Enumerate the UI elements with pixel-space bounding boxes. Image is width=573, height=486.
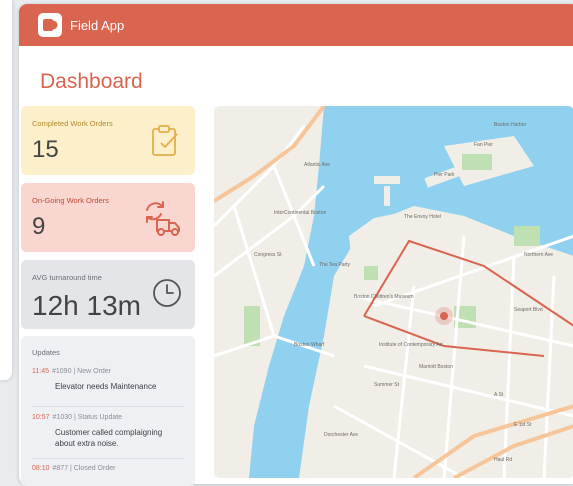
update-item[interactable]: 08:10 #877 | Closed Order (32, 465, 184, 472)
ongoing-work-orders-card[interactable]: On-Going Work Orders 9 (21, 183, 195, 252)
map-label: Boston Wharf (294, 342, 325, 348)
map-label: InterContinental Boston (274, 210, 326, 216)
map-label: Atlantic Ave (304, 162, 330, 168)
map-label: Congress St (254, 252, 282, 258)
map-label: The Tea Party (319, 262, 351, 268)
update-time: 08:10 (32, 465, 50, 472)
update-time: 11:45 (32, 368, 49, 375)
app-logo-icon (38, 13, 62, 37)
map-label: The Envoy Hotel (404, 214, 441, 220)
clock-icon (151, 277, 183, 314)
map-label: Dorchester Ave (324, 432, 358, 438)
map-label: Boston Children's Museum (354, 294, 414, 300)
update-message: Elevator needs Maintenance (55, 382, 157, 391)
ongoing-value: 9 (32, 213, 46, 240)
update-divider (32, 458, 184, 459)
map-label: Fan Pier (474, 142, 493, 148)
update-time: 10:57 (32, 414, 50, 421)
map-label: E 1st St (514, 422, 532, 428)
map-label: Institute of Contemporary Art (379, 342, 443, 348)
map-label: Boston Harbor (494, 122, 527, 128)
update-item[interactable]: 10:57 #1030 | Status Update Customer call… (32, 414, 184, 449)
map-label: Pier Park (434, 172, 455, 178)
stat-cards: Completed Work Orders 15 On-Going Work O… (21, 106, 195, 337)
update-meta: #1030 | Status Update (52, 414, 123, 421)
map-label: A St (494, 392, 504, 398)
clipboard-check-icon (149, 123, 183, 162)
update-divider (32, 406, 184, 407)
map-view[interactable]: Pier Park InterContinental Boston The En… (214, 106, 573, 478)
map-label: Marriott Boston (419, 364, 453, 370)
map-label: Summer St (374, 382, 400, 388)
updates-panel: Updates 11:45 #1090 | New Order Elevator … (21, 336, 195, 486)
update-meta: #877 | Closed Order (52, 465, 116, 472)
completed-work-orders-card[interactable]: Completed Work Orders 15 (21, 106, 195, 175)
update-message: Customer called complaigning about extra… (55, 428, 163, 448)
park-area (462, 154, 492, 170)
completed-label: Completed Work Orders (32, 119, 113, 128)
ongoing-label: On-Going Work Orders (32, 196, 109, 205)
updates-title: Updates (32, 348, 60, 357)
avg-turnaround-card[interactable]: AVG turnaround time 12h 13m (21, 260, 195, 329)
truck-refresh-icon (141, 200, 183, 243)
avg-label: AVG turnaround time (32, 273, 102, 282)
avg-value: 12h 13m (32, 290, 141, 321)
background-window-edge (0, 0, 13, 380)
completed-value: 15 (32, 136, 59, 163)
map-label: Haul Rd (494, 457, 512, 463)
update-item[interactable]: 11:45 #1090 | New Order Elevator needs Ma… (32, 368, 184, 392)
map-label: Seaport Blvd (514, 307, 543, 313)
update-meta: #1090 | New Order (52, 368, 112, 375)
map-label: Northern Ave (524, 252, 553, 258)
app-title: Field App (70, 17, 125, 33)
top-bar: Field App (19, 4, 573, 46)
page-title: Dashboard (40, 70, 143, 93)
